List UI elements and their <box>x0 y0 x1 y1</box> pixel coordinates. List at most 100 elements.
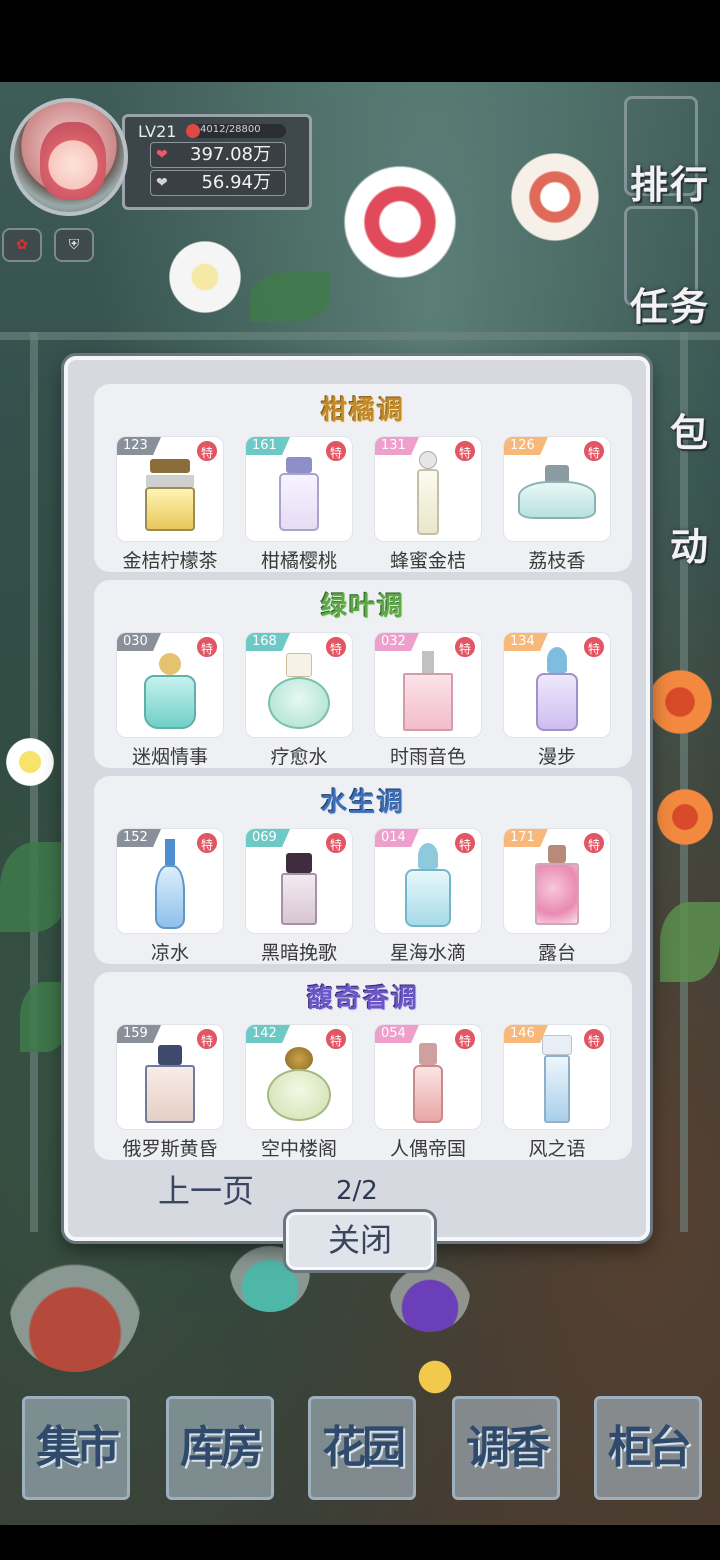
exp-text: 4012/28800 <box>200 124 261 135</box>
perfume-number: 171 <box>504 829 548 847</box>
bottle-body <box>267 1069 331 1121</box>
player-level: LV21 <box>138 122 177 141</box>
bottle-body <box>279 473 319 531</box>
shield-icon[interactable]: ⛨ <box>54 228 94 262</box>
perfume-name: 黑暗挽歌 <box>260 942 337 964</box>
perfume-card[interactable]: 168 特 <box>245 632 353 738</box>
section-citrus: 柑橘调 123 特 金桔柠檬茶 161 特 柑橘樱桃 131 特 蜂蜜金桔 12… <box>94 384 632 572</box>
bottle-body <box>403 673 453 731</box>
perfume-name: 迷烟情事 <box>131 746 208 768</box>
bottle-body <box>268 677 330 729</box>
perfume-number: 123 <box>117 437 161 455</box>
bottle-body <box>518 481 596 519</box>
perfume-number: 069 <box>246 829 290 847</box>
perfume-number: 168 <box>246 633 290 651</box>
activity-button[interactable]: 动 <box>670 516 710 571</box>
perfume-card[interactable]: 171 特 <box>503 828 611 934</box>
perfume-collection-dialog: 柑橘调 123 特 金桔柠檬茶 161 特 柑橘樱桃 131 特 蜂蜜金桔 12… <box>64 356 650 1241</box>
special-badge: 特 <box>324 439 348 463</box>
perfume-name: 荔枝香 <box>528 550 586 572</box>
bottle-neck <box>146 475 194 487</box>
bottle-body <box>544 1055 570 1123</box>
perfume-bottle-icon <box>150 459 190 473</box>
bottle-body <box>155 865 185 929</box>
perfume-card[interactable]: 069 特 <box>245 828 353 934</box>
special-badge: 特 <box>324 831 348 855</box>
bottle-body <box>281 873 317 925</box>
exp-bar-fill <box>186 124 200 138</box>
perfume-bottle-icon <box>542 1035 572 1055</box>
special-badge: 特 <box>324 1027 348 1051</box>
special-badge: 特 <box>453 439 477 463</box>
special-badge: 特 <box>582 439 606 463</box>
flower-decoration <box>650 782 720 852</box>
special-badge: 特 <box>582 635 606 659</box>
section-title: 绿叶调 <box>320 592 405 622</box>
special-badge: 特 <box>195 635 219 659</box>
bottle-body <box>417 469 439 535</box>
leaf-drop-icon: ❤ <box>156 175 168 191</box>
prev-page-button[interactable]: 上一页 <box>158 1166 254 1212</box>
perfume-bottle-icon <box>286 853 312 873</box>
special-badge: 特 <box>195 831 219 855</box>
flower-decoration <box>330 152 470 292</box>
perfume-name: 柑橘樱桃 <box>260 550 337 572</box>
perfume-name: 疗愈水 <box>270 746 328 768</box>
perfume-bottle-icon <box>418 843 438 869</box>
perfume-card[interactable]: 152 特 <box>116 828 224 934</box>
tab-perfume-blending[interactable]: 调香 <box>452 1396 560 1500</box>
seal-icon[interactable]: ✿ <box>2 228 42 262</box>
perfume-card[interactable]: 054 特 <box>374 1024 482 1130</box>
perfume-card[interactable]: 161 特 <box>245 436 353 542</box>
perfume-card[interactable]: 123 特 <box>116 436 224 542</box>
bag-button[interactable]: 包 <box>670 402 710 457</box>
tab-garden[interactable]: 花园 <box>308 1396 416 1500</box>
perfume-card[interactable]: 159 特 <box>116 1024 224 1130</box>
perfume-number: 126 <box>504 437 548 455</box>
bottle-body <box>145 487 195 531</box>
rank-button[interactable]: 排行 <box>630 154 710 209</box>
perfume-number: 030 <box>117 633 161 651</box>
perfume-card[interactable]: 142 特 <box>245 1024 353 1130</box>
section-aquatic: 水生调 152 特 凉水 069 特 黑暗挽歌 014 特 星海水滴 171 特 <box>94 776 632 964</box>
special-badge: 特 <box>453 635 477 659</box>
bottle-body <box>413 1065 443 1123</box>
page-indicator: 2/2 <box>336 1176 378 1206</box>
leaf-decoration <box>20 982 70 1052</box>
tab-counter[interactable]: 柜台 <box>594 1396 702 1500</box>
perfume-card[interactable]: 131 特 <box>374 436 482 542</box>
perfume-bottle-icon <box>285 1047 313 1071</box>
perfume-card[interactable]: 134 特 <box>503 632 611 738</box>
special-badge: 特 <box>324 635 348 659</box>
perfume-card[interactable]: 014 特 <box>374 828 482 934</box>
bottle-body <box>405 869 451 927</box>
avatar[interactable] <box>10 98 128 216</box>
leaf-decoration <box>660 902 720 982</box>
perfume-bottle-icon <box>419 451 437 469</box>
perfume-card[interactable]: 030 特 <box>116 632 224 738</box>
special-badge: 特 <box>582 1027 606 1051</box>
window-frame <box>0 332 720 340</box>
flower-decoration <box>0 732 60 792</box>
avatar-portrait <box>40 122 106 200</box>
special-badge: 特 <box>195 439 219 463</box>
perfume-name: 人偶帝国 <box>389 1138 466 1160</box>
section-green-leaf: 绿叶调 030 特 迷烟情事 168 特 疗愈水 032 特 时雨音色 134 … <box>94 580 632 768</box>
task-button[interactable]: 任务 <box>630 276 710 331</box>
heart-drop-icon: ❤ <box>156 147 168 163</box>
section-title: 馥奇香调 <box>306 984 419 1014</box>
perfume-bottle-icon <box>419 1043 437 1065</box>
leaf-decoration <box>250 272 330 322</box>
perfume-card[interactable]: 126 特 <box>503 436 611 542</box>
close-button[interactable]: 关闭 <box>286 1212 434 1270</box>
special-badge: 特 <box>453 831 477 855</box>
flower-decoration <box>640 662 720 742</box>
perfume-number: 054 <box>375 1025 419 1043</box>
perfume-card[interactable]: 146 特 <box>503 1024 611 1130</box>
perfume-number: 134 <box>504 633 548 651</box>
perfume-number: 161 <box>246 437 290 455</box>
system-nav-bar <box>0 1525 720 1560</box>
perfume-card[interactable]: 032 特 <box>374 632 482 738</box>
tab-storehouse[interactable]: 库房 <box>166 1396 274 1500</box>
tab-market[interactable]: 集市 <box>22 1396 130 1500</box>
